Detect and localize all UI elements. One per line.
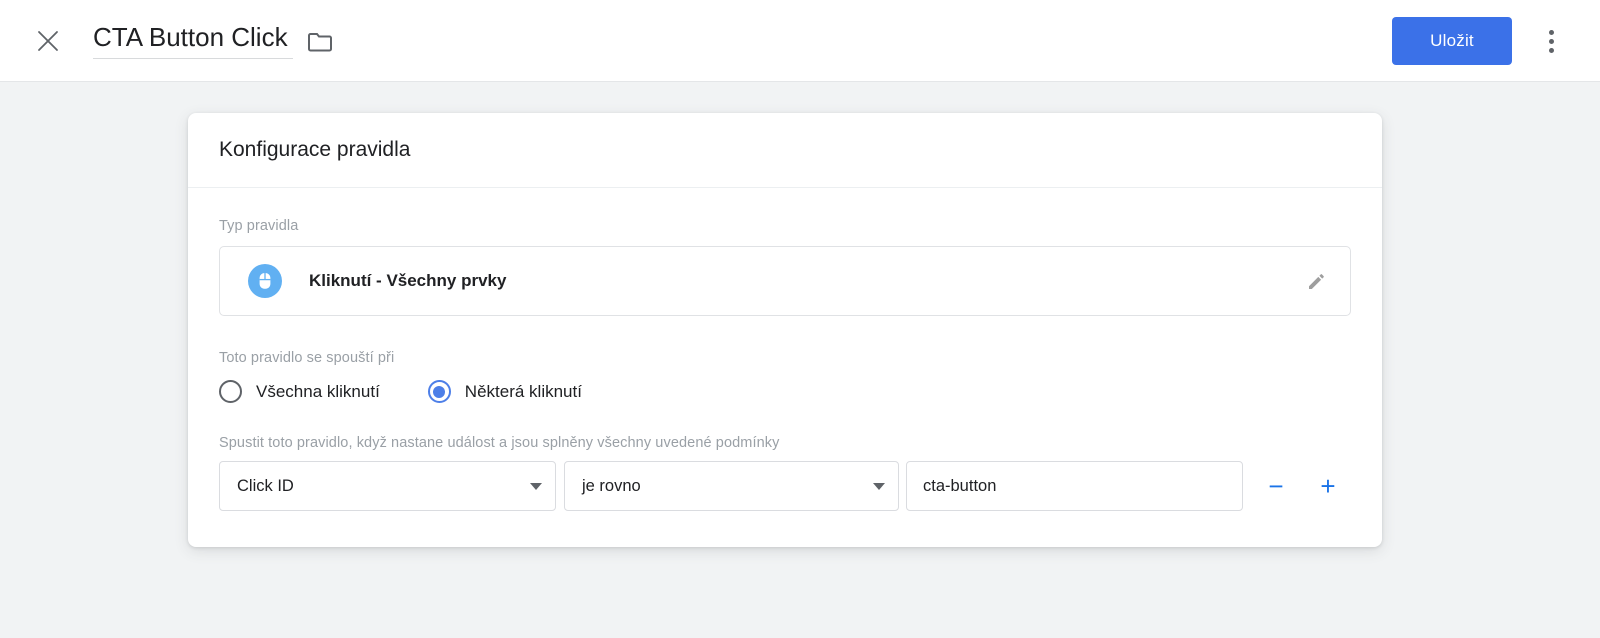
close-icon — [38, 31, 58, 51]
condition-value-input[interactable] — [906, 461, 1243, 511]
remove-condition-button[interactable]: − — [1263, 473, 1289, 499]
add-condition-button[interactable]: + — [1315, 473, 1341, 499]
radio-some-clicks-label: Některá kliknutí — [464, 381, 582, 401]
chevron-down-icon — [873, 482, 885, 490]
trigger-type-label: Typ pravidla — [219, 218, 299, 234]
conditions-label: Spustit toto pravidlo, když nastane udál… — [219, 435, 780, 451]
more-vertical-icon-dot — [1548, 47, 1554, 53]
trigger-name-input[interactable]: CTA Button Click — [93, 18, 293, 59]
more-options-button[interactable] — [1532, 22, 1570, 60]
card-header: Konfigurace pravidla — [188, 113, 1382, 188]
condition-variable-select[interactable]: Click ID — [219, 461, 556, 511]
fires-on-label: Toto pravidlo se spouští při — [219, 350, 395, 366]
radio-all-clicks-label: Všechna kliknutí — [256, 381, 380, 401]
radio-some-clicks[interactable]: Některá kliknutí — [427, 380, 582, 403]
condition-operator-value: je rovno — [582, 476, 641, 495]
radio-selected-dot — [433, 385, 446, 398]
trigger-configuration-card: Konfigurace pravidla Typ pravidla Kliknu… — [188, 113, 1382, 547]
radio-selected-icon — [427, 380, 451, 403]
card-title: Konfigurace pravidla — [219, 138, 411, 161]
pencil-icon[interactable] — [1305, 269, 1329, 293]
condition-variable-value: Click ID — [237, 476, 294, 495]
mouse-click-icon — [248, 264, 282, 298]
save-button[interactable]: Uložit — [1392, 17, 1512, 65]
radio-all-clicks[interactable]: Všechna kliknutí — [219, 380, 380, 403]
folder-icon[interactable] — [307, 31, 333, 53]
trigger-type-name: Kliknutí - Všechny prvky — [309, 271, 507, 290]
condition-row: Click ID je rovno − + — [219, 461, 1351, 511]
trigger-type-row[interactable]: Kliknutí - Všechny prvky — [219, 246, 1351, 316]
more-vertical-icon-dot — [1548, 38, 1554, 44]
card-body: Typ pravidla Kliknutí - Všechny prvky To… — [188, 188, 1382, 547]
fires-on-radio-group: Všechna kliknutí Některá kliknutí — [219, 380, 1351, 403]
condition-operator-select[interactable]: je rovno — [564, 461, 899, 511]
close-button[interactable] — [28, 21, 68, 61]
chevron-down-icon — [530, 482, 542, 490]
radio-unselected-icon — [219, 380, 242, 403]
title-area: CTA Button Click — [93, 18, 333, 59]
app-header: CTA Button Click Uložit — [0, 0, 1600, 82]
more-vertical-icon-dot — [1548, 29, 1554, 35]
